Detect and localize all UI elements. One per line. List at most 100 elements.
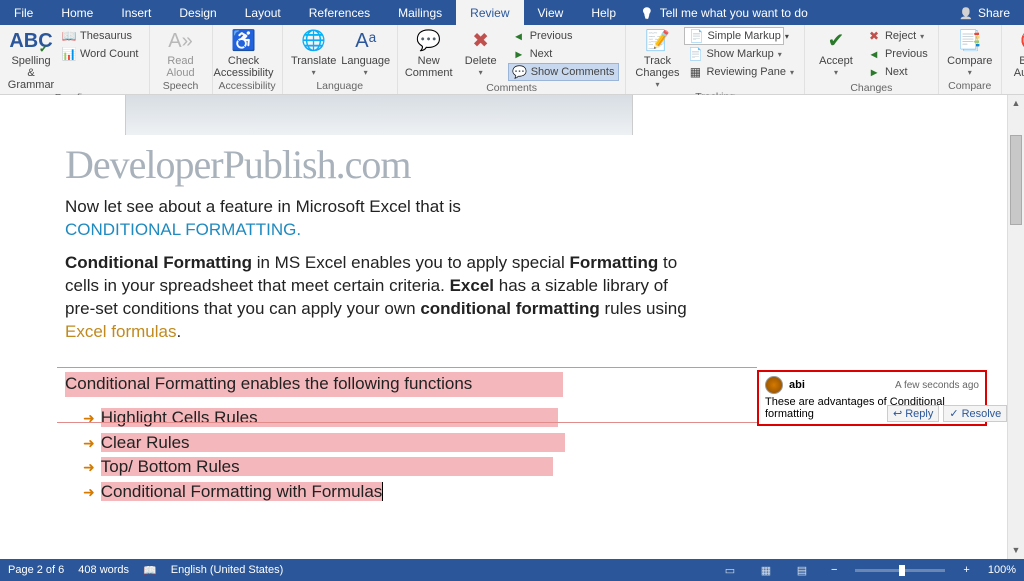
group-tracking: 📝 Track Changes 📄Simple Markup▾ 📄Show Ma… bbox=[626, 25, 805, 94]
p1-b1: Conditional Formatting bbox=[65, 253, 252, 272]
comment-time: A few seconds ago bbox=[895, 380, 979, 391]
ribbon: ABC Spelling & Grammar 📖Thesaurus 📊Word … bbox=[0, 25, 1024, 95]
spelling-grammar-button[interactable]: ABC Spelling & Grammar bbox=[6, 27, 56, 91]
workspace: DeveloperPublish.com Now let see about a… bbox=[0, 95, 1024, 559]
tell-me-search[interactable]: Tell me what you want to do bbox=[630, 0, 818, 25]
conditional-formatting-link[interactable]: CONDITIONAL FORMATTING. bbox=[65, 220, 301, 239]
word-count-button[interactable]: 📊Word Count bbox=[58, 45, 143, 63]
title-bar: File Home Insert Design Layout Reference… bbox=[0, 0, 1024, 25]
share-label: Share bbox=[978, 6, 1010, 20]
p1-b2: Formatting bbox=[570, 253, 659, 272]
selected-heading: Conditional Formatting enables the follo… bbox=[65, 372, 563, 397]
accessibility-icon: ♿ bbox=[230, 29, 258, 53]
web-layout-view[interactable]: ▤ bbox=[791, 562, 813, 578]
scroll-down-arrow[interactable]: ▼ bbox=[1008, 542, 1024, 559]
group-label-accessibility: Accessibility bbox=[219, 79, 276, 94]
list-item: Conditional Formatting with Formulas bbox=[83, 481, 695, 504]
language-indicator[interactable]: English (United States) bbox=[171, 564, 284, 576]
reply-button[interactable]: ↩Reply bbox=[887, 405, 939, 422]
excel-formulas-link[interactable]: Excel formulas bbox=[65, 322, 176, 341]
prev-change-icon: ◂ bbox=[867, 47, 881, 61]
next-comment-button[interactable]: ▸Next bbox=[508, 45, 620, 63]
list-item-4: Conditional Formatting with Formulas bbox=[101, 482, 384, 501]
show-comments-button[interactable]: 💬Show Comments bbox=[508, 63, 620, 81]
show-comments-icon: 💬 bbox=[513, 65, 527, 79]
document-area[interactable]: DeveloperPublish.com Now let see about a… bbox=[0, 95, 757, 559]
tab-home[interactable]: Home bbox=[47, 0, 107, 25]
accept-button[interactable]: ✔ Accept bbox=[811, 27, 861, 78]
tab-review[interactable]: Review bbox=[456, 0, 523, 25]
group-label-language: Language bbox=[289, 79, 391, 94]
read-aloud-label: Read Aloud bbox=[166, 55, 194, 79]
new-comment-button[interactable]: 💬 New Comment bbox=[404, 27, 454, 79]
thesaurus-button[interactable]: 📖Thesaurus bbox=[58, 27, 143, 45]
tab-help[interactable]: Help bbox=[577, 0, 630, 25]
comment-author: abi bbox=[789, 379, 805, 391]
previous-comment-button[interactable]: ◂Previous bbox=[508, 27, 620, 45]
show-markup-icon: 📄 bbox=[688, 47, 702, 61]
lightbulb-icon bbox=[640, 6, 654, 20]
word-count-indicator[interactable]: 408 words bbox=[78, 564, 129, 576]
list-item: Top/ Bottom Rules bbox=[83, 456, 695, 479]
group-changes: ✔ Accept ✖Reject ◂Previous ▸Next Changes bbox=[805, 25, 939, 94]
body-text: Now let see about a feature in Microsoft… bbox=[65, 196, 695, 504]
translate-button[interactable]: 🌐 Translate bbox=[289, 27, 339, 78]
tab-layout[interactable]: Layout bbox=[231, 0, 295, 25]
check-accessibility-button[interactable]: ♿ Check Accessibility bbox=[219, 27, 269, 79]
delete-comment-icon: ✖ bbox=[467, 29, 495, 53]
zoom-out-button[interactable]: − bbox=[827, 564, 841, 576]
next-icon: ▸ bbox=[512, 47, 526, 61]
zoom-level[interactable]: 100% bbox=[988, 564, 1016, 576]
markup-icon: 📄 bbox=[689, 29, 703, 43]
tab-view[interactable]: View bbox=[524, 0, 578, 25]
zoom-slider[interactable] bbox=[855, 569, 945, 572]
person-icon bbox=[959, 6, 973, 20]
spelling-label: Spelling & Grammar bbox=[8, 55, 54, 91]
p1-b3: Excel bbox=[450, 276, 494, 295]
read-aloud-button[interactable]: A» Read Aloud bbox=[156, 27, 206, 79]
group-label-changes: Changes bbox=[811, 81, 932, 96]
reviewing-pane-button[interactable]: ▦Reviewing Pane bbox=[684, 63, 798, 81]
compare-button[interactable]: 📑 Compare bbox=[945, 27, 995, 78]
compare-icon: 📑 bbox=[956, 29, 984, 53]
reject-icon: ✖ bbox=[867, 29, 881, 43]
read-mode-view[interactable]: ▭ bbox=[719, 562, 741, 578]
track-changes-button[interactable]: 📝 Track Changes bbox=[632, 27, 682, 90]
reply-icon: ↩ bbox=[893, 407, 902, 420]
previous-change-button[interactable]: ◂Previous bbox=[863, 45, 932, 63]
scroll-thumb[interactable] bbox=[1010, 135, 1022, 225]
previous-icon: ◂ bbox=[512, 29, 526, 43]
track-changes-icon: 📝 bbox=[643, 29, 671, 53]
tab-design[interactable]: Design bbox=[165, 0, 230, 25]
next-change-icon: ▸ bbox=[867, 65, 881, 79]
spell-check-icon[interactable]: 📖 bbox=[143, 564, 157, 577]
markup-mode-select[interactable]: 📄Simple Markup▾ bbox=[684, 27, 784, 45]
share-button[interactable]: Share bbox=[945, 0, 1024, 25]
resolve-button[interactable]: ✓Resolve bbox=[943, 405, 1007, 422]
delete-comment-button[interactable]: ✖ Delete bbox=[456, 27, 506, 78]
tab-file[interactable]: File bbox=[0, 0, 47, 25]
block-authors-button[interactable]: 🚫 Block Authors bbox=[1008, 27, 1024, 90]
reject-button[interactable]: ✖Reject bbox=[863, 27, 932, 45]
tab-references[interactable]: References bbox=[295, 0, 384, 25]
scroll-up-arrow[interactable]: ▲ bbox=[1008, 95, 1024, 112]
zoom-in-button[interactable]: + bbox=[959, 564, 973, 576]
logo-text: DeveloperPublish.com bbox=[65, 141, 695, 188]
language-button[interactable]: Aᵃ Language bbox=[341, 27, 391, 78]
block-authors-icon: 🚫 bbox=[1019, 29, 1024, 53]
print-layout-view[interactable]: ▦ bbox=[755, 562, 777, 578]
page-indicator[interactable]: Page 2 of 6 bbox=[8, 564, 64, 576]
feature-list: Highlight Cells Rules Clear Rules Top/ B… bbox=[83, 407, 695, 505]
next-change-button[interactable]: ▸Next bbox=[863, 63, 932, 81]
list-item-2: Clear Rules bbox=[101, 433, 190, 452]
speaker-icon: A» bbox=[167, 29, 195, 53]
avatar bbox=[765, 376, 783, 394]
wordcount-icon: 📊 bbox=[62, 47, 76, 61]
vertical-scrollbar[interactable]: ▲ ▼ bbox=[1007, 95, 1024, 559]
zoom-handle[interactable] bbox=[899, 565, 905, 576]
tab-mailings[interactable]: Mailings bbox=[384, 0, 456, 25]
list-item: Clear Rules bbox=[83, 432, 695, 455]
show-markup-button[interactable]: 📄Show Markup bbox=[684, 45, 798, 63]
status-bar: Page 2 of 6 408 words 📖 English (United … bbox=[0, 559, 1024, 581]
tab-insert[interactable]: Insert bbox=[107, 0, 165, 25]
